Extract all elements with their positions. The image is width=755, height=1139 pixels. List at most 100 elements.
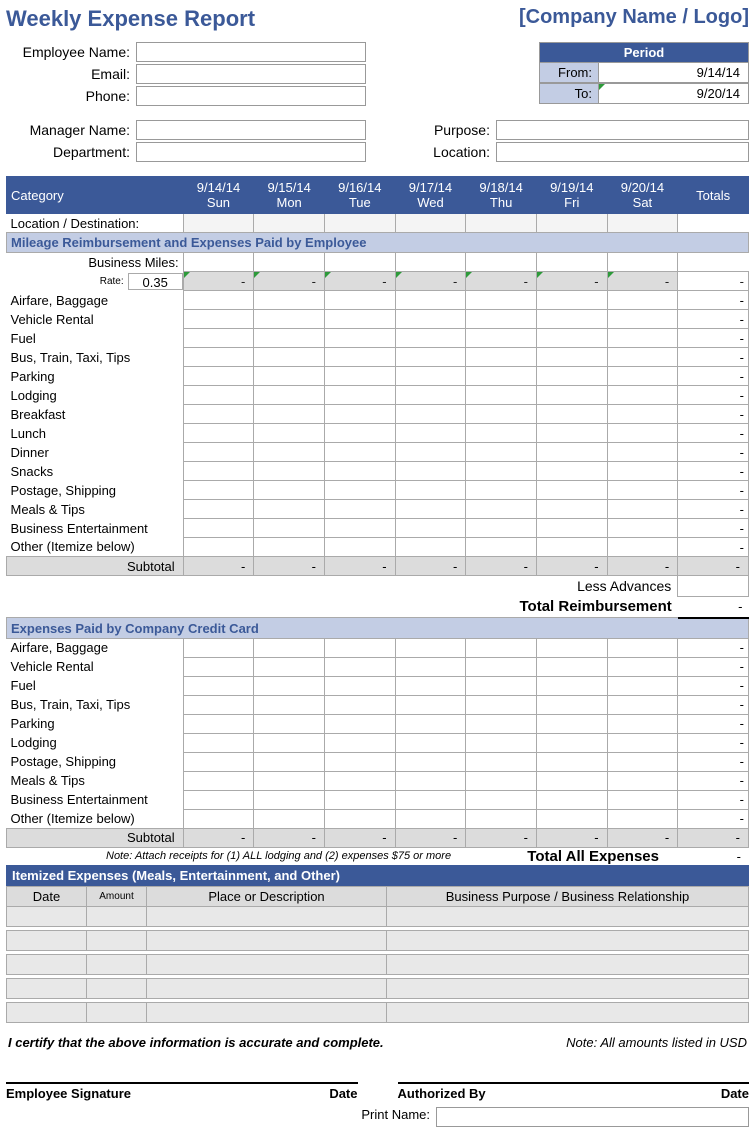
cell[interactable]	[324, 676, 395, 695]
cell[interactable]	[395, 676, 466, 695]
cell[interactable]	[607, 695, 678, 714]
cell[interactable]	[607, 253, 678, 272]
cell[interactable]	[324, 752, 395, 771]
cell[interactable]	[254, 676, 325, 695]
cell[interactable]	[324, 657, 395, 676]
cell[interactable]	[536, 348, 607, 367]
loc-cell[interactable]	[183, 214, 254, 233]
cell[interactable]	[254, 462, 325, 481]
cell[interactable]	[395, 519, 466, 538]
cell[interactable]	[254, 500, 325, 519]
cell[interactable]	[607, 676, 678, 695]
location-input[interactable]	[496, 142, 749, 162]
cell[interactable]	[254, 424, 325, 443]
cell[interactable]	[466, 638, 537, 657]
cell[interactable]	[466, 676, 537, 695]
cell[interactable]	[324, 443, 395, 462]
cell[interactable]	[254, 386, 325, 405]
cell[interactable]	[183, 310, 254, 329]
cell[interactable]	[607, 291, 678, 310]
cell[interactable]	[466, 809, 537, 828]
purpose-input[interactable]	[496, 120, 749, 140]
cell[interactable]	[466, 253, 537, 272]
cell[interactable]	[395, 462, 466, 481]
cell[interactable]	[183, 519, 254, 538]
cell[interactable]	[395, 752, 466, 771]
cell[interactable]	[466, 657, 537, 676]
cell[interactable]	[536, 291, 607, 310]
cell[interactable]	[395, 809, 466, 828]
cell[interactable]	[183, 714, 254, 733]
less-advances-value[interactable]	[678, 576, 749, 597]
cell[interactable]	[254, 538, 325, 557]
employee-name-input[interactable]	[136, 42, 366, 62]
cell[interactable]	[254, 752, 325, 771]
cell[interactable]	[607, 462, 678, 481]
cell[interactable]	[607, 809, 678, 828]
cell[interactable]	[395, 771, 466, 790]
cell[interactable]	[395, 538, 466, 557]
cell[interactable]	[607, 500, 678, 519]
cell[interactable]	[254, 405, 325, 424]
cell[interactable]	[324, 771, 395, 790]
cell[interactable]	[395, 481, 466, 500]
cell[interactable]	[254, 809, 325, 828]
cell[interactable]	[466, 790, 537, 809]
cell[interactable]	[466, 519, 537, 538]
cell[interactable]	[466, 500, 537, 519]
itemized-row[interactable]	[7, 906, 749, 926]
cell[interactable]	[183, 638, 254, 657]
cell[interactable]	[395, 638, 466, 657]
print-name-input[interactable]	[436, 1107, 749, 1127]
cell[interactable]	[395, 405, 466, 424]
loc-cell[interactable]	[395, 214, 466, 233]
cell[interactable]	[607, 405, 678, 424]
cell[interactable]	[536, 443, 607, 462]
cell[interactable]	[536, 481, 607, 500]
cell[interactable]	[466, 386, 537, 405]
cell[interactable]	[607, 348, 678, 367]
itemized-row[interactable]	[7, 930, 749, 950]
manager-input[interactable]	[136, 120, 366, 140]
cell[interactable]	[536, 329, 607, 348]
cell[interactable]	[607, 752, 678, 771]
cell[interactable]	[324, 367, 395, 386]
cell[interactable]	[254, 714, 325, 733]
cell[interactable]	[536, 638, 607, 657]
cell[interactable]	[536, 310, 607, 329]
cell[interactable]	[183, 253, 254, 272]
cell[interactable]	[254, 771, 325, 790]
cell[interactable]	[466, 424, 537, 443]
cell[interactable]	[395, 443, 466, 462]
cell[interactable]	[254, 348, 325, 367]
cell[interactable]	[395, 348, 466, 367]
cell[interactable]	[395, 367, 466, 386]
cell[interactable]	[607, 714, 678, 733]
cell[interactable]	[183, 424, 254, 443]
cell[interactable]	[536, 538, 607, 557]
cell[interactable]	[536, 733, 607, 752]
cell[interactable]	[183, 676, 254, 695]
cell[interactable]	[324, 638, 395, 657]
period-to-value[interactable]: 9/20/14	[599, 83, 749, 104]
cell[interactable]	[536, 771, 607, 790]
cell[interactable]	[466, 367, 537, 386]
cell[interactable]	[536, 386, 607, 405]
cell[interactable]	[466, 329, 537, 348]
cell[interactable]	[183, 752, 254, 771]
cell[interactable]	[395, 310, 466, 329]
loc-cell[interactable]	[607, 214, 678, 233]
cell[interactable]	[466, 462, 537, 481]
itemized-row[interactable]	[7, 954, 749, 974]
cell[interactable]	[183, 367, 254, 386]
cell[interactable]	[254, 443, 325, 462]
cell[interactable]	[607, 424, 678, 443]
cell[interactable]	[536, 424, 607, 443]
cell[interactable]	[324, 538, 395, 557]
cell[interactable]	[183, 771, 254, 790]
cell[interactable]	[466, 695, 537, 714]
cell[interactable]	[395, 714, 466, 733]
cell[interactable]	[466, 443, 537, 462]
cell[interactable]	[466, 733, 537, 752]
cell[interactable]	[183, 790, 254, 809]
